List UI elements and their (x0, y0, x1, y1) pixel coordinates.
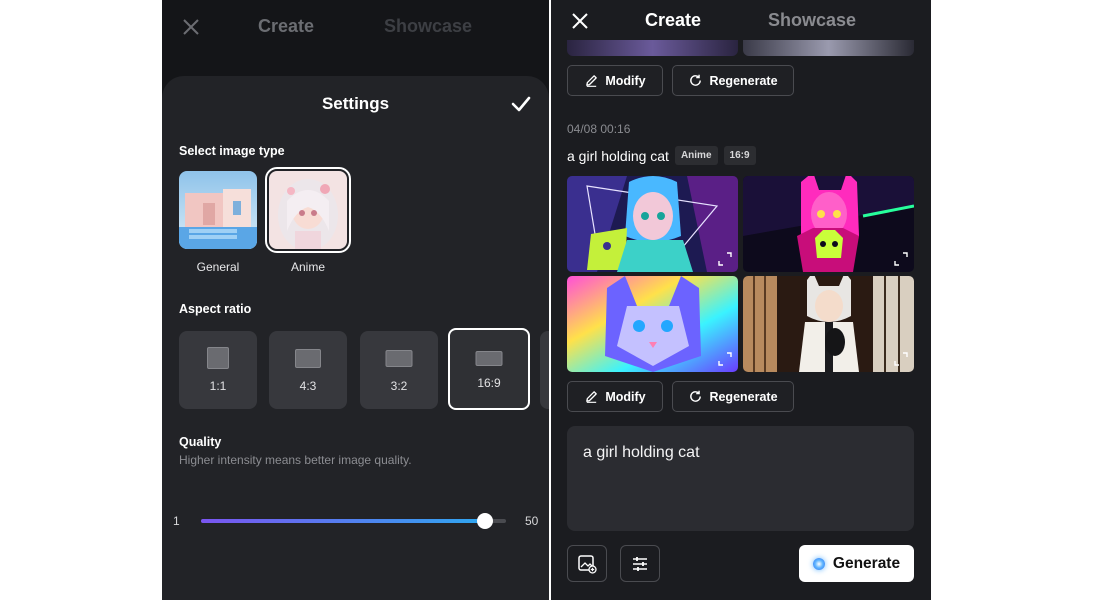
create-screen: Create Showcase Modify Regenerate 04/08 … (551, 0, 931, 600)
previous-image[interactable] (567, 40, 738, 56)
ratio-label: 1:1 (209, 379, 227, 393)
slider-thumb[interactable] (476, 513, 493, 529)
generate-button[interactable]: Generate (799, 545, 914, 582)
tab-create[interactable]: Create (645, 10, 701, 31)
ratio-rect-icon (385, 350, 413, 367)
aspect-ratio-3-2[interactable]: 3:2 (360, 331, 438, 409)
ratio-square-icon (207, 347, 229, 369)
modify-button[interactable]: Modify (567, 381, 663, 412)
regenerate-button[interactable]: Regenerate (672, 381, 794, 412)
modify-label: Modify (605, 389, 646, 404)
previous-image[interactable] (743, 40, 914, 56)
ratio-rect-icon (295, 349, 321, 368)
expand-icon[interactable] (718, 252, 732, 266)
regenerate-button[interactable]: Regenerate (672, 65, 794, 96)
confirm-check-icon[interactable] (511, 94, 531, 114)
slider-max-label: 50 (525, 514, 539, 528)
top-bar: Create Showcase (162, 0, 549, 56)
slider-min-label: 1 (173, 514, 180, 528)
close-icon[interactable] (569, 10, 591, 32)
close-icon[interactable] (180, 16, 202, 38)
generation-timestamp: 04/08 00:16 (567, 122, 631, 136)
style-tag: Anime (674, 146, 718, 165)
regenerate-label: Regenerate (709, 389, 778, 404)
generated-image[interactable] (743, 176, 914, 272)
ratio-tag: 16:9 (723, 146, 756, 165)
regenerate-label: Regenerate (709, 73, 778, 88)
settings-button[interactable] (620, 545, 660, 582)
sparkle-icon (812, 557, 825, 570)
generation-prompt-row: a girl holding cat Anime 16:9 (567, 146, 756, 165)
image-type-name: General (196, 260, 240, 274)
sliders-icon (633, 556, 647, 571)
general-thumbnail (179, 171, 257, 249)
tab-create[interactable]: Create (258, 16, 314, 37)
generated-image[interactable] (567, 276, 738, 372)
generated-image[interactable] (567, 176, 738, 272)
quality-description: Higher intensity means better image qual… (179, 453, 412, 467)
image-add-icon (578, 554, 597, 574)
ratio-wide-icon (475, 351, 503, 366)
aspect-ratio-4-3[interactable]: 4:3 (269, 331, 347, 409)
tab-showcase[interactable]: Showcase (768, 10, 856, 31)
image-type-general[interactable] (179, 171, 257, 249)
generated-image[interactable] (743, 276, 914, 372)
quality-slider[interactable] (201, 513, 506, 529)
generation-prompt: a girl holding cat (567, 147, 669, 164)
anime-thumbnail (269, 171, 347, 249)
modify-button[interactable]: Modify (567, 65, 663, 96)
settings-sheet: Settings Select image type General Anime… (162, 76, 549, 600)
ratio-label: 16:9 (477, 376, 501, 390)
add-image-button[interactable] (567, 545, 607, 582)
settings-title: Settings (321, 94, 390, 113)
refresh-icon (690, 74, 702, 86)
generate-label: Generate (832, 554, 901, 572)
image-type-anime[interactable] (265, 167, 351, 253)
aspect-ratio-label: Aspect ratio (179, 302, 252, 316)
refresh-icon (690, 390, 702, 402)
expand-icon[interactable] (894, 352, 908, 366)
expand-icon[interactable] (894, 252, 908, 266)
pencil-icon (586, 391, 598, 403)
quality-label: Quality (179, 435, 222, 449)
image-type-name: Anime (290, 260, 325, 274)
aspect-ratio-more[interactable] (540, 331, 549, 409)
pencil-icon (586, 75, 598, 87)
modify-label: Modify (605, 73, 646, 88)
prompt-input[interactable]: a girl holding cat (567, 426, 914, 531)
image-type-label: Select image type (179, 144, 285, 158)
aspect-ratio-1-1[interactable]: 1:1 (179, 331, 257, 409)
ratio-label: 3:2 (390, 379, 408, 393)
settings-screen: Create Showcase Settings Select image ty… (162, 0, 549, 600)
aspect-ratio-16-9[interactable]: 16:9 (448, 328, 530, 410)
ratio-label: 4:3 (299, 379, 317, 393)
tab-showcase[interactable]: Showcase (384, 16, 472, 37)
slider-fill (201, 519, 485, 523)
expand-icon[interactable] (718, 352, 732, 366)
